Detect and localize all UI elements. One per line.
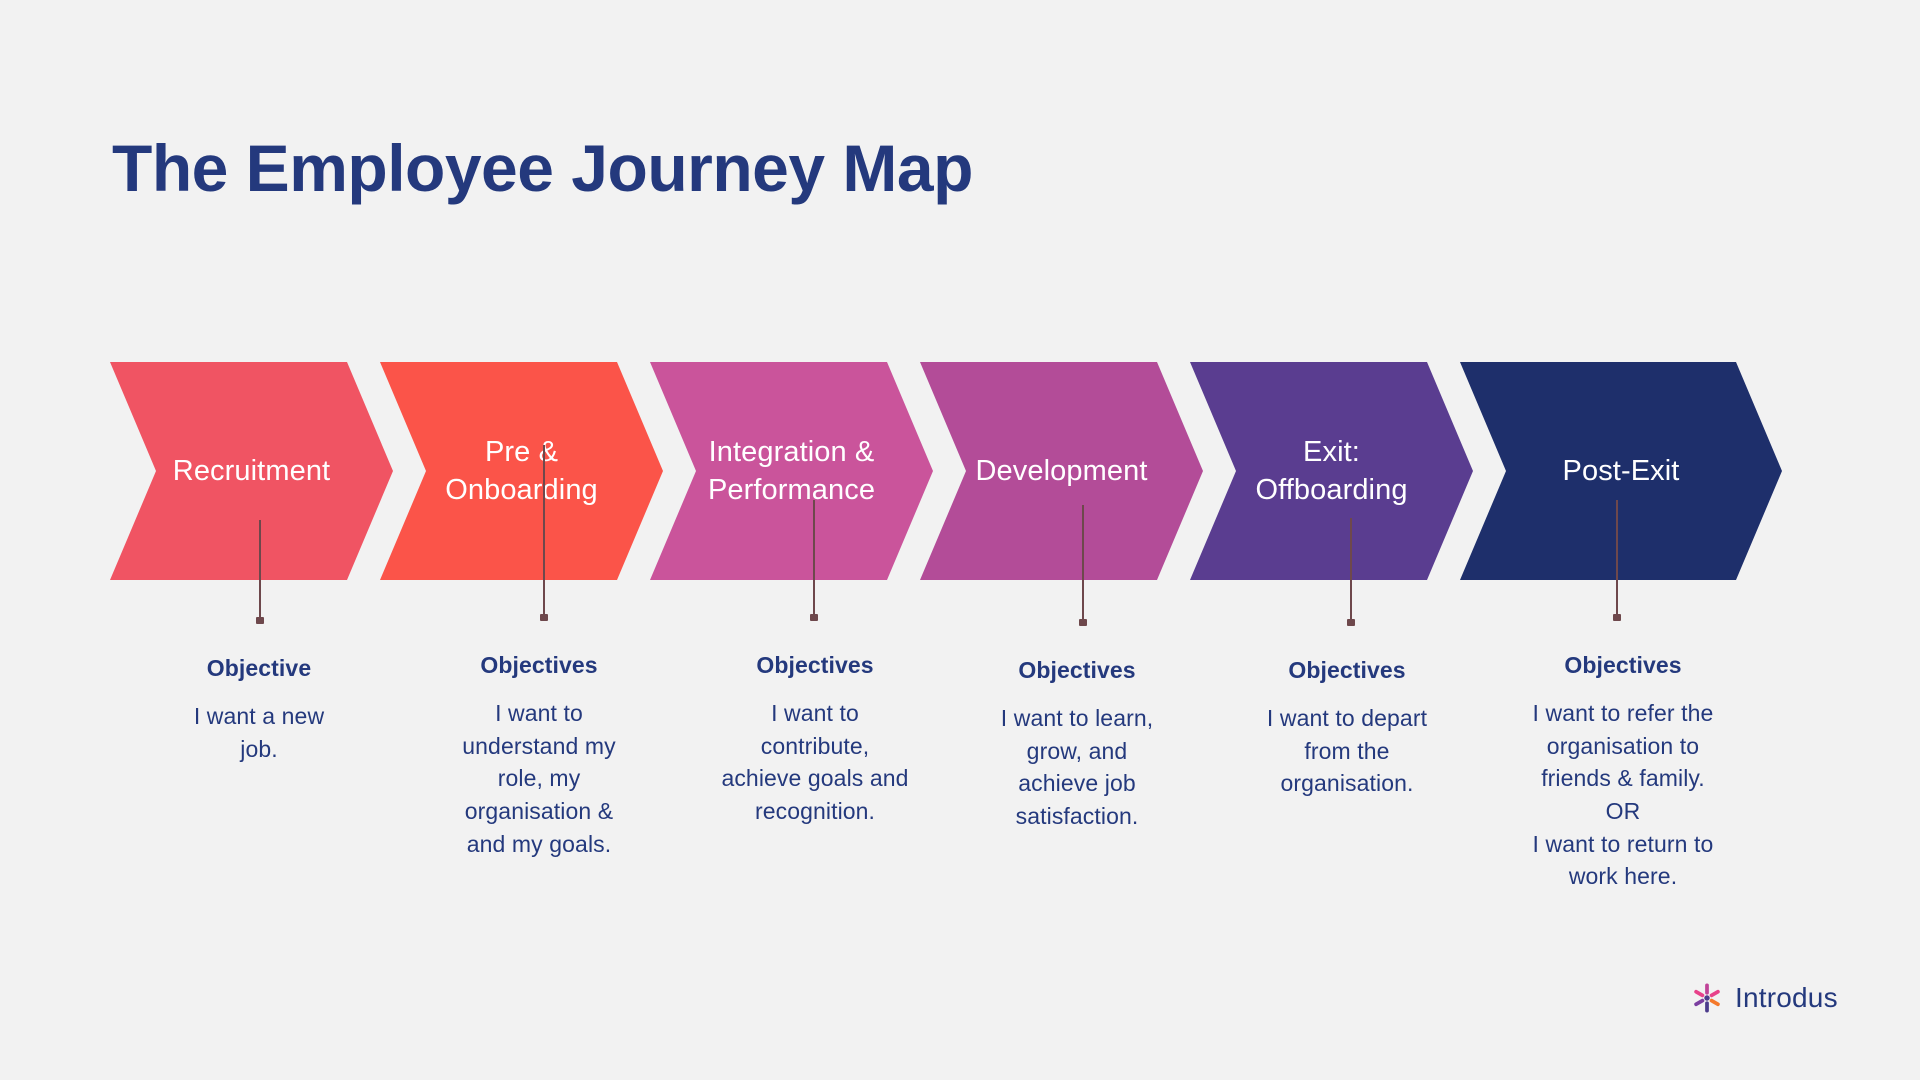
objective-heading: Objectives (756, 652, 874, 678)
objective-block-recruitment: Objective I want a new job. (140, 655, 378, 765)
journey-stage-exit-offboarding[interactable]: Exit: Offboarding (1190, 362, 1473, 580)
objective-block-integration-performance: Objectives I want to contribute, achieve … (690, 652, 940, 828)
introdus-asterisk-logo-icon (1694, 983, 1720, 1013)
objective-body: I want to refer the organisation to frie… (1532, 700, 1714, 890)
journey-stage-label: Recruitment (172, 454, 331, 487)
objective-block-post-exit: Objectives I want to refer the organisati… (1492, 652, 1754, 893)
journey-stage-integration-performance[interactable]: Integration & Performance (650, 362, 933, 580)
stage-connector-line-development (1082, 505, 1084, 622)
journey-stage-development[interactable]: Development (920, 362, 1203, 580)
stage-connector-dot-integration-performance (810, 614, 818, 621)
journey-map-canvas: The Employee Journey Map Recruitment Pre … (0, 0, 1920, 1080)
objective-heading: Objectives (480, 652, 598, 678)
objective-block-development: Objectives I want to learn, grow, and ach… (958, 657, 1196, 833)
objective-body: I want to understand my role, my organis… (462, 700, 616, 857)
stage-connector-dot-post-exit (1613, 614, 1621, 621)
objective-heading: Objectives (1564, 652, 1682, 678)
journey-stage-label: Pre & Onboarding (445, 435, 598, 506)
stage-connector-dot-recruitment (256, 617, 264, 624)
brand-logo-text: Introdus (1735, 982, 1838, 1013)
stage-connector-dot-exit-offboarding (1347, 619, 1355, 626)
objective-heading: Objective (206, 655, 312, 681)
journey-stage-label: Exit: Offboarding (1255, 435, 1408, 506)
stage-connector-dot-pre-onboarding (540, 614, 548, 621)
objective-body: I want to contribute, achieve goals and … (721, 700, 909, 824)
journey-stage-label: Post-Exit (1562, 454, 1680, 487)
journey-stage-post-exit[interactable]: Post-Exit (1460, 362, 1782, 580)
objective-body: I want to depart from the organisation. (1266, 705, 1428, 797)
stage-connector-line-integration-performance (813, 500, 815, 617)
journey-stage-pre-onboarding[interactable]: Pre & Onboarding (380, 362, 663, 580)
objective-heading: Objectives (1288, 657, 1406, 683)
journey-stage-label: Integration & Performance (707, 435, 876, 506)
brand-logo: Introdus (1690, 981, 1838, 1015)
stage-connector-line-pre-onboarding (543, 445, 545, 617)
journey-stage-chevron-band: Recruitment Pre & Onboarding Integration &… (0, 362, 1920, 580)
objective-heading: Objectives (1018, 657, 1136, 683)
stage-connector-line-post-exit (1616, 500, 1618, 617)
stage-connector-dot-development (1079, 619, 1087, 626)
stage-connector-line-recruitment (259, 520, 261, 620)
objective-block-pre-onboarding: Objectives I want to understand my role, … (420, 652, 658, 860)
objective-body: I want a new job. (193, 703, 325, 762)
journey-stage-label: Development (975, 454, 1148, 487)
journey-stage-recruitment[interactable]: Recruitment (110, 362, 393, 580)
objective-block-exit-offboarding: Objectives I want to depart from the orga… (1228, 657, 1466, 800)
stage-connector-line-exit-offboarding (1350, 518, 1352, 622)
page-title: The Employee Journey Map (112, 131, 973, 205)
objective-body: I want to learn, grow, and achieve job s… (1000, 705, 1154, 829)
